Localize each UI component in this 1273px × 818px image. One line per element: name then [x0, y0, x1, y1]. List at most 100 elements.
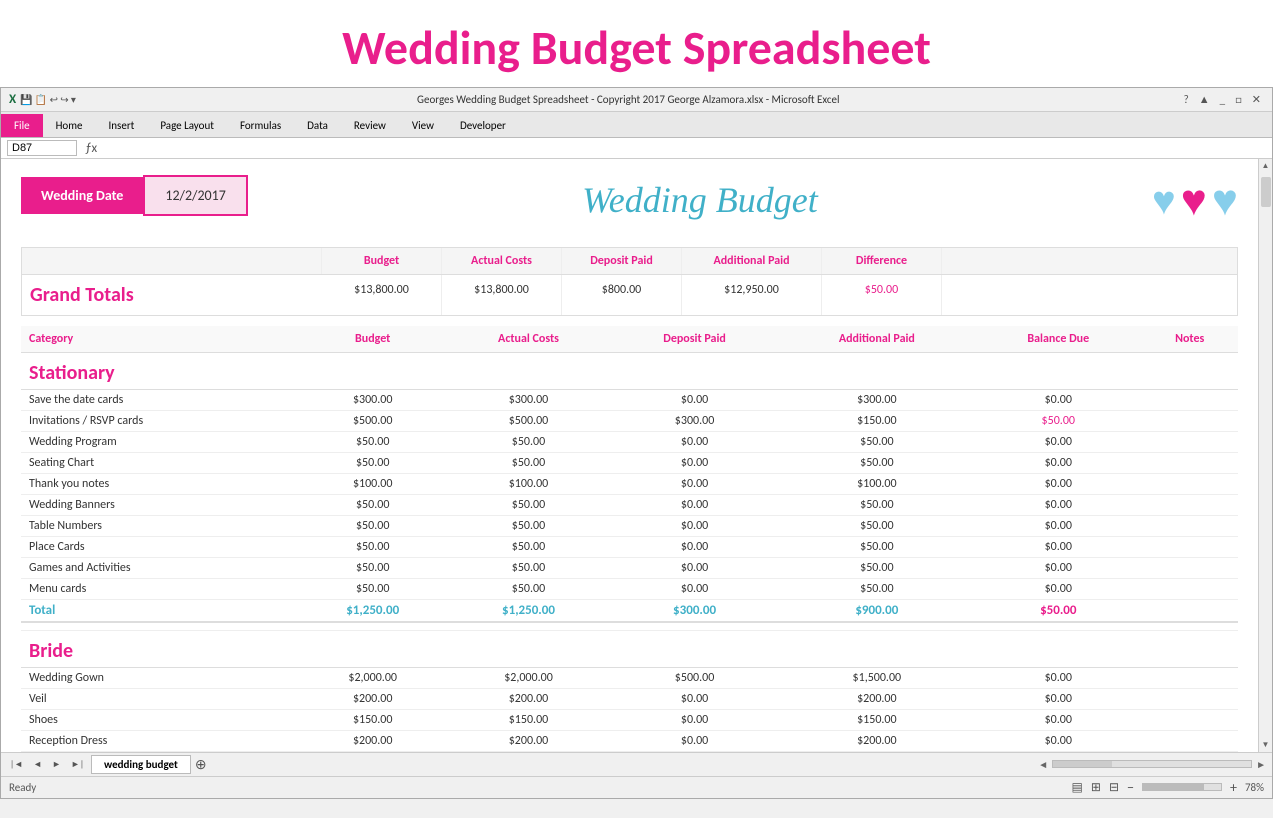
tab-home[interactable]: Home [43, 114, 96, 137]
item-additional: $200.00 [779, 688, 976, 709]
spreadsheet-area: Wedding Date 12/2/2017 Wedding Budget ♥ … [1, 159, 1272, 752]
col-balance: Balance Due [975, 326, 1141, 353]
name-box[interactable] [7, 140, 77, 156]
heart-icon-2: ♥ [1181, 173, 1207, 227]
vertical-scrollbar[interactable]: ▲ ▼ [1258, 159, 1272, 752]
item-notes [1141, 432, 1238, 453]
excel-icon: X [9, 92, 16, 107]
item-budget: $50.00 [299, 558, 446, 579]
sheet-nav-prev[interactable]: ◄ [30, 759, 45, 770]
item-balance: $0.00 [975, 667, 1141, 688]
item-notes [1141, 688, 1238, 709]
item-notes [1141, 558, 1238, 579]
item-additional: $300.00 [779, 390, 976, 411]
item-additional: $1,500.00 [779, 667, 976, 688]
item-name: Invitations / RSVP cards [21, 411, 299, 432]
tab-formulas[interactable]: Formulas [227, 114, 294, 137]
view-layout-icon[interactable]: ⊞ [1091, 780, 1101, 795]
tab-page-layout[interactable]: Page Layout [147, 114, 227, 137]
col-budget: Budget [299, 326, 446, 353]
title-bar: X 💾 📋 ↩ ↪ ▾ Georges Wedding Budget Sprea… [1, 88, 1272, 112]
item-additional: $50.00 [779, 516, 976, 537]
item-notes [1141, 474, 1238, 495]
scroll-down-arrow[interactable]: ▼ [1260, 738, 1272, 752]
item-actual: $50.00 [446, 579, 610, 600]
item-deposit: $0.00 [611, 537, 779, 558]
item-deposit: $0.00 [611, 558, 779, 579]
item-additional: $50.00 [779, 537, 976, 558]
item-budget: $100.00 [299, 474, 446, 495]
view-page-break-icon[interactable]: ⊟ [1109, 780, 1119, 795]
scroll-thumb[interactable] [1261, 177, 1271, 207]
gt-additional-value: $12,950.00 [682, 275, 822, 315]
ribbon-collapse-btn[interactable]: ▲ [1196, 93, 1213, 106]
total-actual: $1,250.00 [446, 600, 610, 623]
table-row: Save the date cards $300.00 $300.00 $0.0… [21, 390, 1238, 411]
minimize-btn[interactable]: _ [1217, 93, 1228, 106]
view-normal-icon[interactable]: ▤ [1072, 780, 1083, 795]
table-row: Table Numbers $50.00 $50.00 $0.00 $50.00… [21, 516, 1238, 537]
item-name: Reception Dress [21, 730, 299, 751]
help-icon[interactable]: ? [1181, 93, 1192, 106]
item-actual: $100.00 [446, 474, 610, 495]
restore-btn[interactable]: □ [1232, 93, 1245, 106]
wedding-budget-title: Wedding Budget [248, 179, 1152, 221]
horizontal-scroll-right[interactable]: ► [1256, 758, 1266, 771]
zoom-in-btn[interactable]: + [1230, 779, 1237, 796]
horizontal-scroll-left[interactable]: ◄ [1038, 758, 1048, 771]
tab-data[interactable]: Data [294, 114, 341, 137]
wedding-date-value: 12/2/2017 [143, 175, 247, 216]
grand-totals-header-row: Budget Actual Costs Deposit Paid Additio… [22, 248, 1237, 275]
col-notes: Notes [1141, 326, 1238, 353]
item-budget: $500.00 [299, 411, 446, 432]
total-notes [1141, 600, 1238, 623]
close-btn[interactable]: ✕ [1249, 93, 1264, 106]
item-additional: $50.00 [779, 432, 976, 453]
tab-file[interactable]: File [1, 114, 43, 137]
table-row: Wedding Banners $50.00 $50.00 $0.00 $50.… [21, 495, 1238, 516]
formula-bar: ƒx [1, 138, 1272, 159]
grand-totals-section: Budget Actual Costs Deposit Paid Additio… [21, 247, 1238, 316]
sheet-tab-wedding-budget[interactable]: wedding budget [91, 755, 191, 774]
table-row: Invitations / RSVP cards $500.00 $500.00… [21, 411, 1238, 432]
spacer-row [21, 622, 1238, 630]
item-name: Wedding Banners [21, 495, 299, 516]
heart-icon-3: ♥ [1212, 173, 1238, 227]
item-actual: $150.00 [446, 709, 610, 730]
scroll-up-arrow[interactable]: ▲ [1260, 159, 1272, 173]
status-bar: Ready ▤ ⊞ ⊟ − + 78% [1, 776, 1272, 798]
item-actual: $300.00 [446, 390, 610, 411]
item-balance: $0.00 [975, 453, 1141, 474]
tab-view[interactable]: View [399, 114, 447, 137]
item-balance: $0.00 [975, 432, 1141, 453]
item-notes [1141, 390, 1238, 411]
tab-insert[interactable]: Insert [96, 114, 148, 137]
item-notes [1141, 453, 1238, 474]
tab-developer[interactable]: Developer [447, 114, 519, 137]
tab-review[interactable]: Review [341, 114, 399, 137]
sheet-nav-next[interactable]: ► [49, 759, 64, 770]
item-notes [1141, 411, 1238, 432]
item-budget: $150.00 [299, 709, 446, 730]
gt-header-difference: Difference [822, 248, 942, 274]
main-table-section: Category Budget Actual Costs Deposit Pai… [21, 326, 1238, 752]
zoom-out-btn[interactable]: − [1127, 779, 1134, 796]
item-deposit: $500.00 [611, 667, 779, 688]
item-name: Veil [21, 688, 299, 709]
item-deposit: $0.00 [611, 516, 779, 537]
sheet-nav-last[interactable]: ►| [68, 759, 87, 770]
item-budget: $50.00 [299, 495, 446, 516]
item-deposit: $300.00 [611, 411, 779, 432]
item-deposit: $0.00 [611, 495, 779, 516]
item-notes [1141, 537, 1238, 558]
new-sheet-button[interactable]: ⊕ [195, 756, 207, 773]
item-name: Shoes [21, 709, 299, 730]
sheet-nav-first[interactable]: |◄ [7, 759, 26, 770]
item-budget: $200.00 [299, 730, 446, 751]
col-additional: Additional Paid [779, 326, 976, 353]
gt-deposit-value: $800.00 [562, 275, 682, 315]
col-category: Category [21, 326, 299, 353]
wedding-date-row: Wedding Date 12/2/2017 [21, 175, 248, 216]
item-budget: $2,000.00 [299, 667, 446, 688]
item-name: Table Numbers [21, 516, 299, 537]
